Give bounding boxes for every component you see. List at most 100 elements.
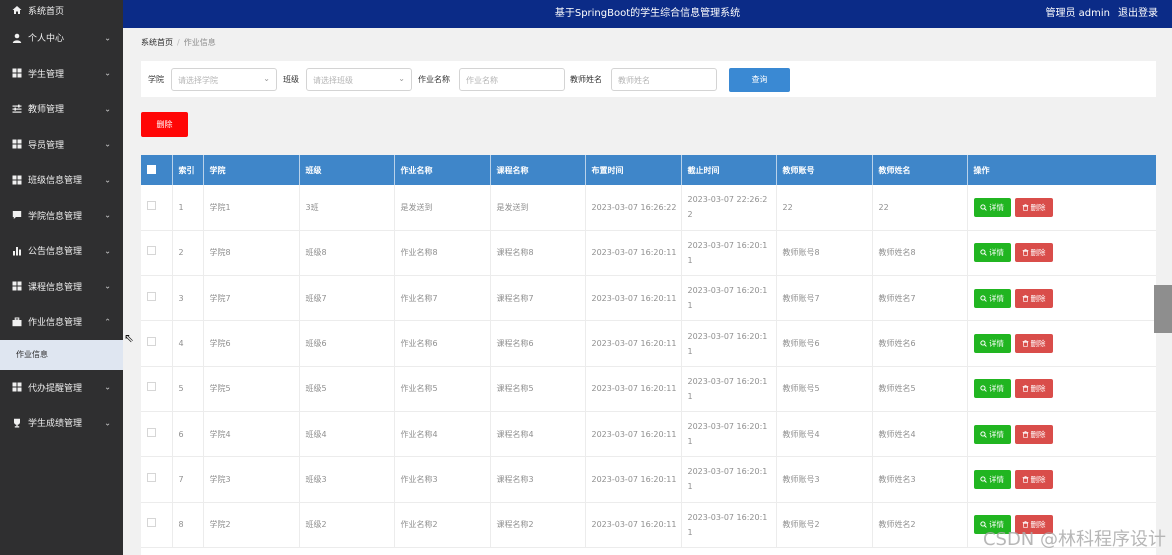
sidebar-subitem-homework[interactable]: 作业信息 <box>0 339 123 370</box>
breadcrumb: 系统首页 / 作业信息 <box>141 37 216 48</box>
row-checkbox[interactable] <box>147 200 156 210</box>
chevron-down-icon: ⌄ <box>398 74 405 83</box>
sidebar-item-label: 代办提醒管理 <box>28 383 83 394</box>
detail-button[interactable]: 详情 <box>973 424 1011 444</box>
scrollbar-handle[interactable] <box>1154 285 1172 333</box>
college-select[interactable]: 请选择学院 ⌄ <box>171 68 277 91</box>
cell-deadline: 2023-03-07 16:20:11 <box>681 275 777 322</box>
search-icon <box>980 249 987 257</box>
sidebar-item-announcement[interactable]: 公告信息管理 ⌄ <box>0 233 123 269</box>
row-checkbox[interactable] <box>147 472 156 482</box>
chevron-down-icon: ⌄ <box>104 175 111 185</box>
cell-account: 教师账号3 <box>776 456 873 503</box>
sidebar-item-label: 班级信息管理 <box>28 176 83 187</box>
row-delete-button[interactable]: 删除 <box>1014 469 1053 489</box>
select-all-checkbox[interactable] <box>147 164 156 174</box>
cell-teacher: 教师姓名5 <box>872 366 968 412</box>
cell-account: 教师账号5 <box>776 366 873 412</box>
homework-name-placeholder: 作业名称 <box>466 76 498 85</box>
trash-icon <box>1022 340 1028 348</box>
homework-name-input[interactable]: 作业名称 <box>459 68 565 91</box>
column-header: 索引 <box>172 155 204 185</box>
breadcrumb-home[interactable]: 系统首页 <box>141 38 173 47</box>
detail-label: 详情 <box>989 474 1004 484</box>
sidebar-item-course-info[interactable]: 课程信息管理 ⌄ <box>0 269 123 305</box>
sidebar-item-grades[interactable]: 学生成绩管理 ⌄ <box>0 405 123 441</box>
cell-assign: 2023-03-07 16:20:11 <box>585 320 682 367</box>
teacher-name-input[interactable]: 教师姓名 <box>611 68 717 91</box>
cell-homework: 作业名称8 <box>394 230 491 277</box>
detail-button[interactable]: 详情 <box>973 288 1011 308</box>
header-user-area: 管理员 admin 退出登录 <box>1045 4 1158 19</box>
sidebar-item-profile[interactable]: 个人中心 ⌄ <box>0 20 123 56</box>
sidebar-item-counselors[interactable]: 导员管理 ⌄ <box>0 127 123 163</box>
sidebar-item-todo[interactable]: 代办提醒管理 ⌄ <box>0 370 123 406</box>
chevron-down-icon: ⌄ <box>104 281 111 291</box>
sidebar-item-students[interactable]: 学生管理 ⌄ <box>0 56 123 92</box>
row-actions: 详情 删除 <box>967 456 1156 503</box>
sidebar-item-label: 教师管理 <box>28 105 65 116</box>
row-delete-button[interactable]: 删除 <box>1014 243 1053 263</box>
detail-label: 详情 <box>989 339 1004 349</box>
cell-homework: 作业名称4 <box>394 411 491 458</box>
sidebar-item-class-info[interactable]: 班级信息管理 ⌄ <box>0 162 123 198</box>
sidebar-item-home[interactable]: 系统首页 <box>0 0 123 20</box>
row-checkbox-cell <box>141 411 173 458</box>
sidebar-subitem-label: 作业信息 <box>16 350 48 359</box>
cell-deadline: 2023-03-07 16:20:11 <box>681 366 777 412</box>
cell-account: 教师账号2 <box>776 502 873 548</box>
cell-assign: 2023-03-07 16:20:11 <box>585 411 682 458</box>
chevron-up-icon: ⌃ <box>104 317 111 327</box>
query-button[interactable]: 查询 <box>729 68 790 92</box>
chevron-down-icon: ⌄ <box>104 68 111 78</box>
row-checkbox[interactable] <box>147 337 156 347</box>
row-delete-button[interactable]: 删除 <box>1014 334 1053 354</box>
row-checkbox[interactable] <box>147 382 156 392</box>
row-checkbox[interactable] <box>147 518 156 528</box>
cell-assign: 2023-03-07 16:26:22 <box>585 185 682 231</box>
row-checkbox[interactable] <box>147 427 156 437</box>
detail-button[interactable]: 详情 <box>973 197 1011 217</box>
cell-index: 1 <box>172 185 204 231</box>
cell-account: 22 <box>776 185 873 231</box>
cell-teacher: 教师姓名3 <box>872 456 968 503</box>
row-actions: 详情 删除 <box>967 185 1156 231</box>
sidebar-item-college-info[interactable]: 学院信息管理 ⌄ <box>0 198 123 234</box>
sidebar-item-homework-info[interactable]: 作业信息管理 ⌃ <box>0 304 123 340</box>
logout-link[interactable]: 退出登录 <box>1118 4 1158 19</box>
delete-label: 删除 <box>1030 248 1046 258</box>
cell-course: 课程名称5 <box>490 366 586 412</box>
grid-icon <box>12 382 22 392</box>
cell-assign: 2023-03-07 16:20:11 <box>585 502 682 548</box>
row-delete-button[interactable]: 删除 <box>1014 424 1053 444</box>
row-delete-button[interactable]: 删除 <box>1014 288 1053 308</box>
detail-button[interactable]: 详情 <box>973 334 1011 354</box>
sidebar-item-label: 公告信息管理 <box>28 247 83 258</box>
row-actions: 详情 删除 <box>967 275 1156 322</box>
grid-icon <box>12 68 22 78</box>
row-delete-button[interactable]: 删除 <box>1014 197 1053 217</box>
sidebar-item-teachers[interactable]: 教师管理 ⌄ <box>0 91 123 127</box>
home-icon <box>12 5 22 15</box>
row-checkbox[interactable] <box>147 246 156 256</box>
mouse-cursor-icon: ⇖ <box>124 331 135 345</box>
row-checkbox[interactable] <box>147 291 156 301</box>
admin-label[interactable]: 管理员 admin <box>1045 4 1110 19</box>
trash-icon <box>1022 295 1028 302</box>
detail-button[interactable]: 详情 <box>973 379 1011 399</box>
column-header: 布置时间 <box>585 155 682 185</box>
cell-account: 教师账号8 <box>776 230 873 277</box>
class-select[interactable]: 请选择班级 ⌄ <box>306 68 412 91</box>
cell-course: 是发送到 <box>490 185 586 231</box>
sidebar-item-label: 导员管理 <box>28 140 65 151</box>
detail-button[interactable]: 详情 <box>973 243 1011 263</box>
cell-class: 3班 <box>299 185 395 231</box>
batch-delete-button[interactable]: 删除 <box>141 112 188 137</box>
detail-button[interactable]: 详情 <box>973 469 1011 489</box>
row-checkbox-cell <box>141 456 173 503</box>
delete-label: 删除 <box>1030 474 1046 484</box>
cell-deadline: 2023-03-07 16:20:11 <box>681 411 777 458</box>
cell-account: 教师账号6 <box>776 320 873 367</box>
column-header: 学院 <box>203 155 300 185</box>
row-delete-button[interactable]: 删除 <box>1014 379 1053 399</box>
